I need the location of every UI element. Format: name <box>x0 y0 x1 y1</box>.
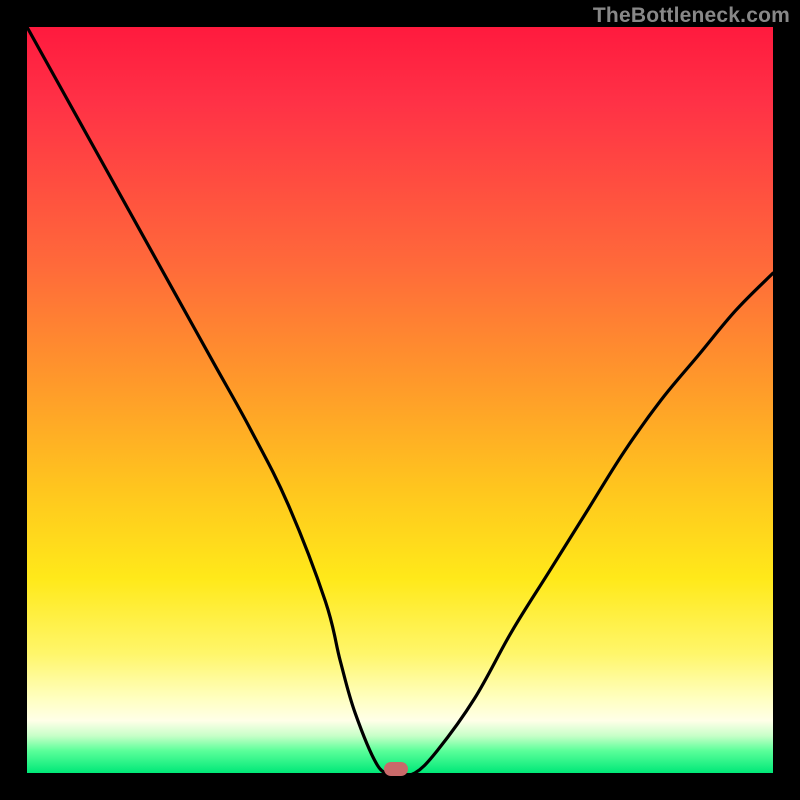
bottleneck-curve <box>27 27 773 773</box>
chart-frame: TheBottleneck.com <box>0 0 800 800</box>
curve-path <box>27 27 773 775</box>
watermark-text: TheBottleneck.com <box>593 4 790 28</box>
plot-area <box>27 27 773 773</box>
optimum-marker <box>384 762 408 776</box>
